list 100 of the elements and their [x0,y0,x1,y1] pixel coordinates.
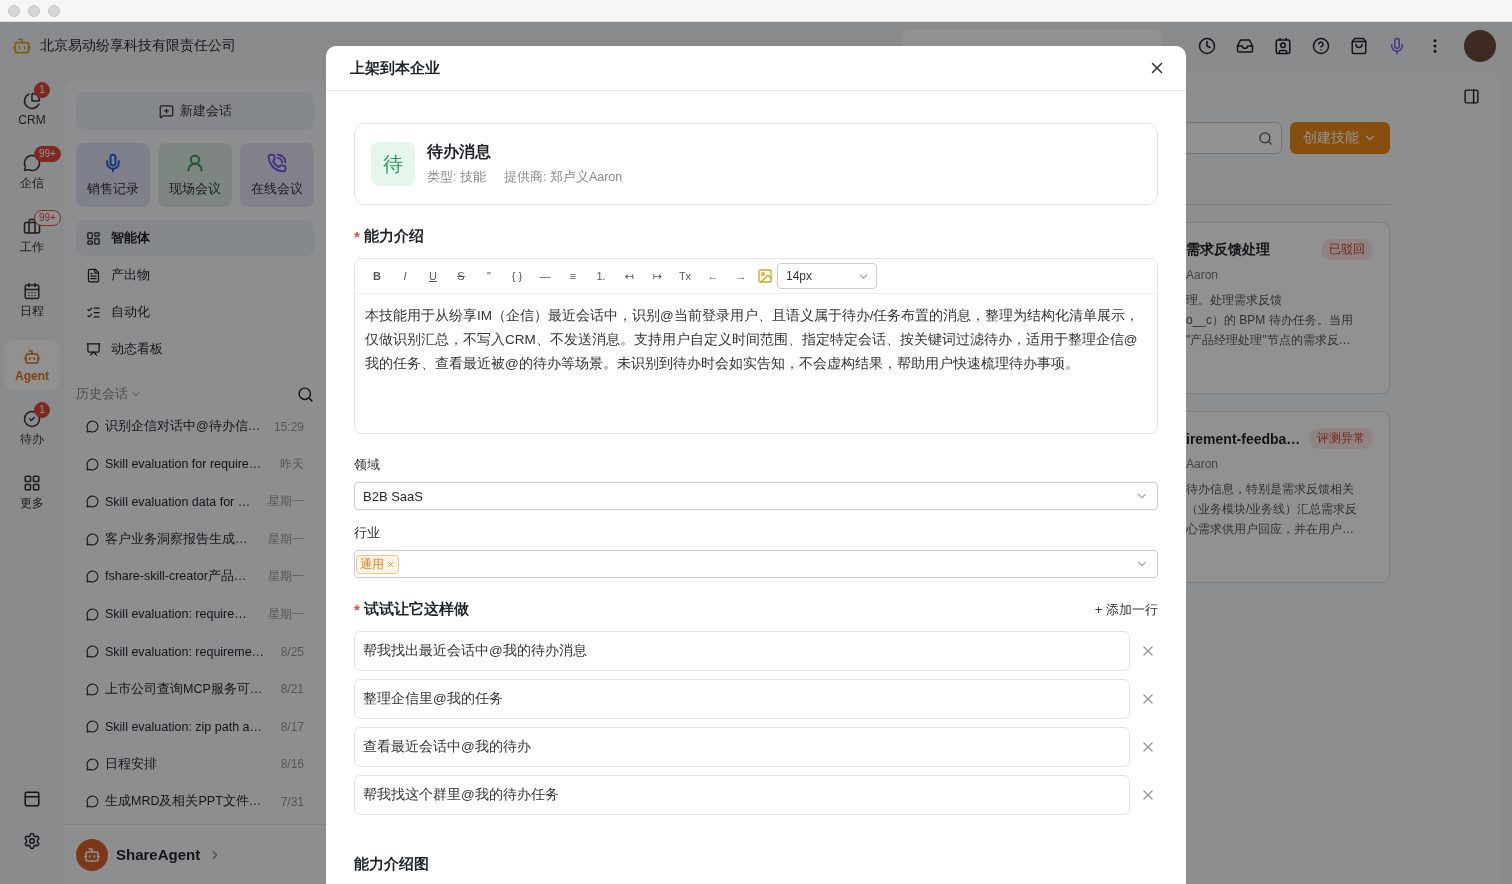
card-description: "产品经理处理"节点的需求反… [1186,332,1352,349]
conversation-time: 8/21 [280,682,304,697]
font-size-select[interactable]: 14px [777,263,877,289]
toolbar-button[interactable]: U [421,264,445,288]
bag-icon[interactable] [1350,37,1368,55]
example-input[interactable]: 帮我找出最近会话中@我的待办消息 [354,631,1130,671]
toolbar-button[interactable]: 1. [589,264,613,288]
conversation-item[interactable]: 上市公司查询MCP服务可… 8/21 [76,670,314,708]
conversation-time: 7/31 [280,794,304,809]
field-label: 试试让它这样做 [363,600,469,619]
mascot-logo-icon [12,36,32,56]
conversation-item[interactable]: Skill evaluation: requireme… 8/25 [76,633,314,671]
conversation-item[interactable]: 识别企信对话中@待办信… 15:29 [76,408,314,446]
rich-text-editor[interactable] [354,258,1158,434]
card-title: 需求反馈处理 [1186,240,1270,259]
conversation-item[interactable]: 日程安排 8/16 [76,745,314,783]
image-icon[interactable] [757,268,773,284]
conversation-time: 15:29 [273,419,304,434]
example-input[interactable]: 帮我找这个群里@我的待办任务 [354,775,1130,815]
toolbar-button[interactable]: ↦ [645,264,669,288]
skill-card[interactable]: 需求反馈处理 已驳回 Aaron 理。处理需求反馈 o__c）的 BPM 待办任务。当用 "产品经理处理"节点的需求反… [1186,222,1390,394]
clock-icon[interactable] [1198,37,1216,55]
menu-item[interactable]: 自动化 [76,294,314,330]
industry-select[interactable]: 通用 [354,550,1158,578]
nav-item[interactable]: 工作 99+ [4,212,60,262]
tag[interactable]: 通用 [356,554,399,574]
briefcase-icon [23,218,41,236]
search-field[interactable] [1186,122,1282,154]
required-mark: * [354,601,360,618]
nav-item[interactable]: CRM 1 [4,84,60,134]
field-label: 领域 [354,456,380,474]
nav-item[interactable]: 日程 [4,276,60,326]
toolbar-button[interactable]: B [365,264,389,288]
conversation-item[interactable]: Skill evaluation: zip path a… 8/17 [76,708,314,746]
inbox-icon[interactable] [1236,37,1254,55]
toolbar-button[interactable]: ↤ [617,264,641,288]
search-icon [1258,130,1273,146]
toolbar-button[interactable]: ≡ [561,264,585,288]
card-description: 待办信息，特别是需求反馈相关 [1186,481,1355,498]
toolbar-button[interactable]: I [393,264,417,288]
menu-item[interactable]: 动态看板 [76,331,314,367]
toolbar-button[interactable]: S [449,264,473,288]
domain-select[interactable]: B2B SaaS [354,482,1158,510]
pie-chart-icon [23,91,41,110]
skill-provider: 提供商: 郑卢义Aaron [503,169,623,186]
example-input[interactable]: 查看最近会话中@我的待办 [354,727,1130,767]
skill-card[interactable]: irement-feedba… 评测异常 Aaron 待办信息，特别是需求反馈相关 （业务模块/业务线）汇总需求反 心需求供用户回应，并在用户… [1186,411,1390,583]
company-name: 北京易动纷享科技有限责任公司 [40,37,236,55]
conversation-title: fshare-skill-creator产品… [105,568,248,586]
window-icon[interactable] [23,790,41,808]
chat-plus-icon [158,103,174,119]
card-author: Aaron [1186,457,1220,471]
help-icon[interactable] [1312,37,1330,55]
robot-avatar [76,838,108,871]
toolbar-button[interactable]: ← [701,264,725,288]
conversation-item[interactable]: 生成MRD及相关PPT文件… 7/31 [76,783,314,821]
toolbar-button[interactable]: { } [505,264,529,288]
chat-bubble-icon [86,682,99,696]
toolbar-button[interactable]: " [477,264,501,288]
contacts-icon[interactable] [1274,37,1292,55]
conversation-title: 客户业务洞察报告生成… [105,530,249,548]
check-circle-icon [23,410,41,428]
menu-item[interactable]: 产出物 [76,257,314,293]
example-input[interactable]: 整理企信里@我的任务 [354,679,1130,719]
chat-bubble-icon [86,457,99,471]
conversation-title: Skill evaluation: requireme… [105,644,266,659]
nav-item[interactable]: 待办 1 [4,404,60,454]
status-tag: 评测异常 [1309,428,1373,449]
toolbar-button[interactable]: → [729,264,753,288]
count-badge: 1 [34,402,50,418]
add-row-link[interactable]: + 添加一行 [1094,600,1158,619]
nav-item[interactable]: 更多 [4,468,60,518]
conversation-time: 8/16 [280,757,304,772]
conversation-title: Skill evaluation: require… [105,607,248,622]
dialog-title: 上架到本企业 [350,58,440,78]
nav-item[interactable]: 企信 99+ [4,148,60,198]
robot-icon [23,347,41,366]
card-description: 心需求供用户回应，并在用户… [1186,521,1355,538]
toolbar-button[interactable]: — [533,264,557,288]
grid-icon [86,230,101,246]
chat-bubble-icon [86,607,99,621]
menu-item[interactable]: 智能体 [76,220,314,256]
user-avatar[interactable] [1464,30,1496,62]
toolbar-button[interactable]: Tx [673,264,697,288]
microphone-icon[interactable] [1388,37,1406,55]
new-chat-button[interactable]: 新建会话 [76,92,314,130]
settings-icon[interactable] [23,832,41,850]
chat-bubble-icon [86,495,99,509]
conversation-title: 日程安排 [105,755,158,773]
card-author: Aaron [1186,268,1220,282]
chat-bubble-icon [86,420,99,434]
count-badge: 1 [34,82,50,98]
skill-name: 待办消息 [427,142,492,162]
conversation-title: Skill evaluation for require… [105,457,263,472]
checklist-icon [86,304,101,320]
document-icon [86,267,101,283]
panel-toggle-icon[interactable] [1463,88,1480,105]
search-icon[interactable] [297,385,314,403]
agent-name[interactable]: ShareAgent [116,846,201,863]
chat-bubble-icon [86,532,99,546]
